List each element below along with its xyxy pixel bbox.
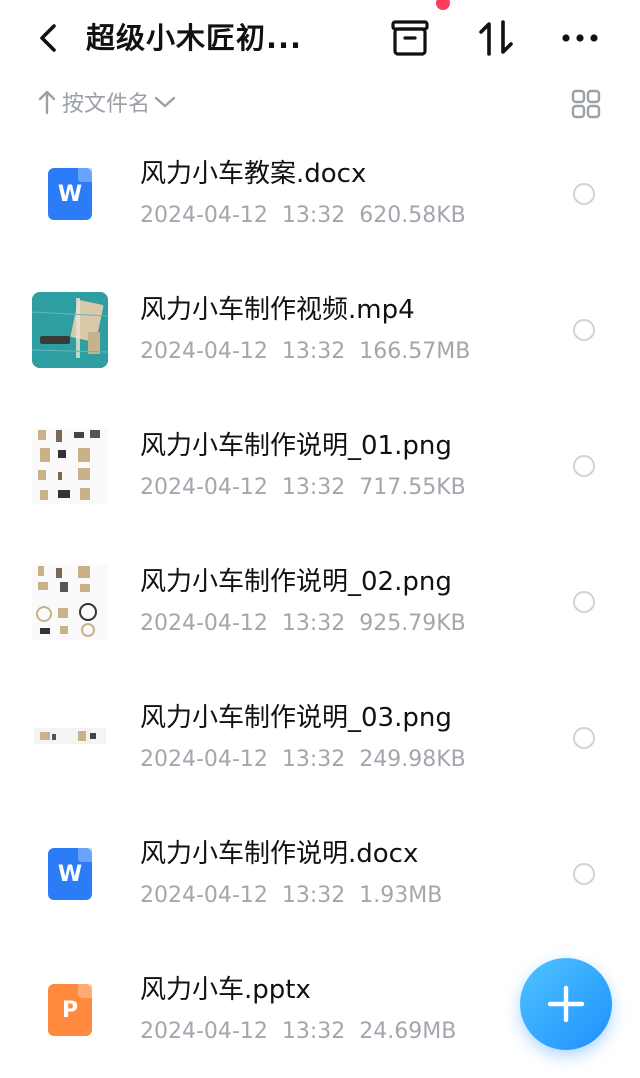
chevron-down-icon [154,96,176,108]
chevron-left-icon [40,24,56,52]
file-meta: 2024-04-12 13:32 24.69MB [140,1016,470,1048]
list-item[interactable]: W 风力小车教案.docx 2024-04-12 13:32 620.58KB [0,126,640,262]
file-date: 2024-04-12 [140,611,268,636]
file-time: 13:32 [281,1019,346,1044]
select-radio[interactable] [573,319,595,341]
list-item[interactable]: 风力小车制作视频.mp4 2024-04-12 13:32 166.57MB [0,262,640,398]
file-date: 2024-04-12 [140,747,268,772]
ppt-doc-icon: P [48,984,92,1036]
grid-view-button[interactable] [566,86,606,122]
file-name: 风力小车制作说明_03.png [140,703,452,733]
file-size: 925.79KB [359,611,466,636]
plus-icon [547,985,585,1023]
add-file-button[interactable] [520,958,612,1050]
file-time: 13:32 [281,475,346,500]
file-meta: 2024-04-12 13:32 620.58KB [140,200,480,232]
file-time: 13:32 [281,611,346,636]
file-size: 24.69MB [359,1019,457,1044]
file-date: 2024-04-12 [140,475,268,500]
file-name: 风力小车制作说明_01.png [140,431,452,461]
word-doc-icon: W [48,168,92,220]
file-date: 2024-04-12 [140,203,268,228]
file-name: 风力小车.pptx [140,975,311,1005]
list-item[interactable]: 风力小车制作说明_01.png 2024-04-12 13:32 717.55KB [0,398,640,534]
sort-order-button[interactable] [472,16,520,60]
archive-button[interactable] [386,16,434,60]
select-radio[interactable] [573,183,595,205]
file-meta: 2024-04-12 13:32 1.93MB [140,880,456,912]
file-time: 13:32 [281,203,346,228]
file-date: 2024-04-12 [140,1019,268,1044]
sort-label: 按文件名 [62,92,151,117]
list-item[interactable]: 风力小车制作说明_03.png 2024-04-12 13:32 249.98KB [0,670,640,806]
select-radio[interactable] [573,455,595,477]
file-size: 1.93MB [359,883,443,908]
file-date: 2024-04-12 [140,883,268,908]
archive-icon [391,20,429,56]
image-thumbnail [32,700,108,776]
image-thumbnail [32,564,108,640]
file-time: 13:32 [281,339,346,364]
file-thumbnail: W [32,156,108,232]
file-meta: 2024-04-12 13:32 166.57MB [140,336,484,368]
select-radio[interactable] [573,863,595,885]
back-button[interactable] [30,18,66,58]
file-thumbnail: W [32,836,108,912]
file-size: 166.57MB [359,339,471,364]
arrow-up-icon [38,90,56,115]
sort-by-name-dropdown[interactable]: 按文件名 [38,86,176,118]
file-meta: 2024-04-12 13:32 717.55KB [140,472,480,504]
image-thumbnail [32,428,108,504]
file-size: 249.98KB [359,747,466,772]
file-meta: 2024-04-12 13:32 249.98KB [140,744,480,776]
instruction-image [34,728,106,744]
grid-icon [571,89,601,119]
file-name: 风力小车制作视频.mp4 [140,295,415,325]
select-radio[interactable] [573,591,595,613]
select-radio[interactable] [573,727,595,749]
file-thumbnail: P [32,972,108,1048]
word-doc-icon: W [48,848,92,900]
list-item[interactable]: 风力小车制作说明_02.png 2024-04-12 13:32 925.79KB [0,534,640,670]
file-size: 717.55KB [359,475,466,500]
video-frame-image [32,292,108,368]
file-date: 2024-04-12 [140,339,268,364]
top-bar: 超级小木匠初... [0,0,640,80]
instruction-image [34,564,106,640]
file-size: 620.58KB [359,203,466,228]
file-name: 风力小车制作说明.docx [140,839,419,869]
file-name: 风力小车制作说明_02.png [140,567,452,597]
file-name: 风力小车教案.docx [140,159,367,189]
more-button[interactable] [556,16,604,60]
notification-dot [436,0,450,10]
list-item[interactable]: W 风力小车制作说明.docx 2024-04-12 13:32 1.93MB [0,806,640,942]
more-dots-icon [562,34,598,42]
file-time: 13:32 [281,883,346,908]
sort-arrows-icon [479,20,513,56]
file-meta: 2024-04-12 13:32 925.79KB [140,608,480,640]
sort-bar: 按文件名 [0,82,640,126]
video-thumbnail [32,292,108,368]
file-time: 13:32 [281,747,346,772]
instruction-image [34,428,106,504]
page-title: 超级小木匠初... [86,21,303,55]
